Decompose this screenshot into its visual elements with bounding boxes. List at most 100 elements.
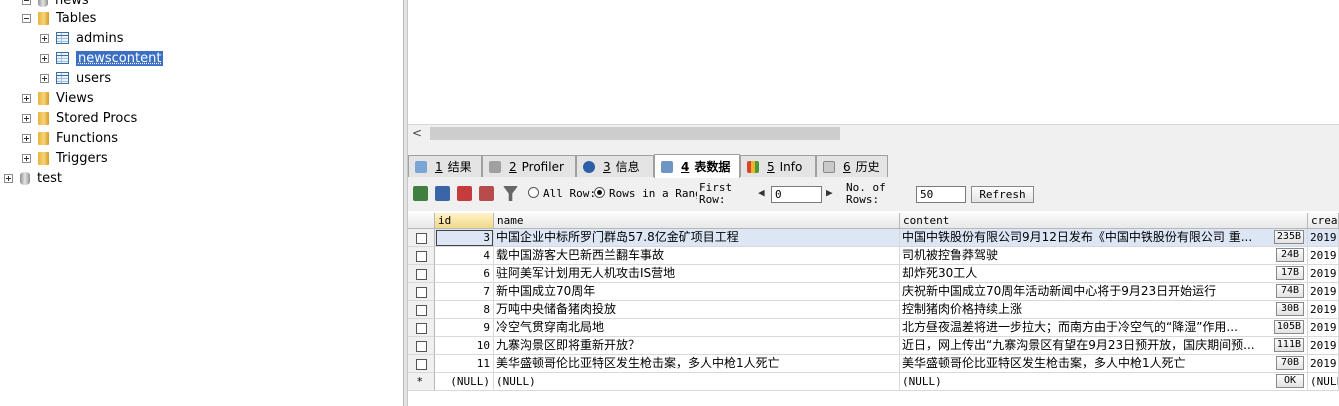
cell-id[interactable]: 7: [435, 283, 494, 301]
cell-content[interactable]: (NULL) OK: [900, 373, 1308, 391]
new-row[interactable]: * (NULL) (NULL) (NULL) OK (NULL: [408, 373, 1339, 391]
cell-created[interactable]: 2019-: [1308, 337, 1339, 355]
blob-size-button[interactable]: 111B: [1273, 338, 1304, 352]
cell-id[interactable]: 9: [435, 319, 494, 337]
previous-page-icon[interactable]: ◀: [758, 186, 765, 199]
cell-created[interactable]: 2019-: [1308, 301, 1339, 319]
blob-size-button[interactable]: 70B: [1276, 356, 1304, 370]
column-header-id[interactable]: id: [435, 213, 494, 229]
expand-icon[interactable]: [22, 93, 31, 103]
row-checkbox[interactable]: [416, 233, 427, 244]
cancel-changes-icon[interactable]: [479, 186, 494, 201]
column-header-created[interactable]: creat: [1308, 213, 1339, 229]
row-selector[interactable]: [408, 301, 435, 319]
blob-size-button[interactable]: 105B: [1273, 320, 1304, 334]
table-row[interactable]: 10 九寨沟景区即将重新开放？ 近日，网上传出“九寨沟景区有望在9月23日预开放…: [408, 337, 1339, 355]
rows-in-range-radio[interactable]: [594, 187, 605, 198]
table-row[interactable]: 4 载中国游客大巴新西兰翻车事故 司机被控鲁莽驾驶 24B 2019-: [408, 247, 1339, 265]
cell-id[interactable]: 6: [435, 265, 494, 283]
cell-content[interactable]: 近日，网上传出“九寨沟景区有望在9月23日预开放，国庆期间预... 111B: [900, 337, 1308, 355]
expand-icon[interactable]: [40, 53, 49, 63]
table-row[interactable]: 11 美华盛顿哥伦比亚特区发生枪击案，多人中枪1人死亡 美华盛顿哥伦比亚特区发生…: [408, 355, 1339, 373]
row-checkbox[interactable]: [416, 305, 427, 316]
row-checkbox[interactable]: [416, 341, 427, 352]
cell-content[interactable]: 美华盛顿哥伦比亚特区发生枪击案，多人中枪1人死亡 70B: [900, 355, 1308, 373]
tree-node-users[interactable]: users: [40, 68, 111, 88]
tree-node-admins[interactable]: admins: [40, 28, 124, 48]
tab-history[interactable]: 6 历史: [816, 155, 888, 177]
cell-content[interactable]: 控制猪肉价格持续上涨 30B: [900, 301, 1308, 319]
cell-name[interactable]: 载中国游客大巴新西兰翻车事故: [494, 247, 900, 265]
cell-id[interactable]: 11: [435, 355, 494, 373]
blob-size-button[interactable]: 74B: [1276, 284, 1304, 298]
cell-name[interactable]: (NULL): [494, 373, 900, 391]
tree-node-functions[interactable]: Functions: [22, 128, 118, 148]
tab-profiler[interactable]: 2 Profiler: [482, 155, 576, 177]
num-rows-input[interactable]: 50: [916, 186, 966, 203]
insert-row-icon[interactable]: [413, 186, 428, 201]
row-selector[interactable]: [408, 283, 435, 301]
collapse-icon[interactable]: [22, 0, 31, 5]
pane-divider[interactable]: [408, 141, 1339, 154]
expand-icon[interactable]: [40, 73, 49, 83]
table-row[interactable]: 3 中国企业中标所罗门群岛57.8亿金矿项目工程 中国中铁股份有限公司9月12日…: [408, 229, 1339, 247]
tree-node-views[interactable]: Views: [22, 88, 94, 108]
blob-size-button[interactable]: 24B: [1276, 248, 1304, 262]
cell-created[interactable]: 2019-: [1308, 229, 1339, 247]
tree-node-stored-procs[interactable]: Stored Procs: [22, 108, 137, 128]
row-checkbox[interactable]: [416, 269, 427, 280]
cell-id[interactable]: 10: [435, 337, 494, 355]
row-selector[interactable]: *: [408, 373, 435, 391]
blob-size-button[interactable]: 30B: [1276, 302, 1304, 316]
filter-icon[interactable]: [503, 186, 518, 201]
tab-info[interactable]: 5 Info: [740, 155, 816, 177]
tree-node-triggers[interactable]: Triggers: [22, 148, 108, 168]
row-checkbox[interactable]: [416, 323, 427, 334]
table-row[interactable]: 7 新中国成立70周年 庆祝新中国成立70周年活动新闻中心将于9月23日开始运行…: [408, 283, 1339, 301]
cell-created[interactable]: 2019-: [1308, 265, 1339, 283]
cell-name[interactable]: 新中国成立70周年: [494, 283, 900, 301]
cell-content[interactable]: 却炸死30工人 17B: [900, 265, 1308, 283]
cell-name[interactable]: 驻阿美军计划用无人机攻击IS营地: [494, 265, 900, 283]
table-row[interactable]: 6 驻阿美军计划用无人机攻击IS营地 却炸死30工人 17B 2019-: [408, 265, 1339, 283]
row-selector[interactable]: [408, 355, 435, 373]
cell-created[interactable]: 2019-: [1308, 283, 1339, 301]
blob-ok-button[interactable]: OK: [1276, 374, 1304, 388]
cell-content[interactable]: 中国中铁股份有限公司9月12日发布《中国中铁股份有限公司 重... 235B: [900, 229, 1308, 247]
cell-id[interactable]: 8: [435, 301, 494, 319]
row-checkbox[interactable]: [416, 359, 427, 370]
table-row[interactable]: 8 万吨中央储备猪肉投放 控制猪肉价格持续上涨 30B 2019-: [408, 301, 1339, 319]
cell-content[interactable]: 司机被控鲁莽驾驶 24B: [900, 247, 1308, 265]
cell-created[interactable]: 2019-: [1308, 319, 1339, 337]
cell-name[interactable]: 冷空气贯穿南北局地: [494, 319, 900, 337]
table-row[interactable]: 9 冷空气贯穿南北局地 北方昼夜温差将进一步拉大；而南方由于冷空气的“降湿”作用…: [408, 319, 1339, 337]
tab-results[interactable]: 1 结果: [408, 155, 482, 177]
expand-icon[interactable]: [4, 173, 13, 183]
editor-horizontal-scrollbar[interactable]: <: [408, 124, 1339, 142]
column-header-content[interactable]: content: [900, 213, 1308, 229]
expand-icon[interactable]: [40, 33, 49, 43]
scroll-left-icon[interactable]: <: [412, 126, 422, 140]
expand-icon[interactable]: [22, 133, 31, 143]
scrollbar-thumb[interactable]: [430, 127, 840, 140]
row-checkbox[interactable]: [416, 287, 427, 298]
cell-name[interactable]: 九寨沟景区即将重新开放？: [494, 337, 900, 355]
cell-content[interactable]: 北方昼夜温差将进一步拉大；而南方由于冷空气的“降湿”作用... 105B: [900, 319, 1308, 337]
row-selector[interactable]: [408, 247, 435, 265]
column-header-name[interactable]: name: [494, 213, 900, 229]
tree-node-tables[interactable]: Tables: [22, 8, 96, 28]
row-selector[interactable]: [408, 265, 435, 283]
row-selector[interactable]: [408, 319, 435, 337]
next-page-icon[interactable]: ▶: [826, 186, 833, 199]
row-selector[interactable]: [408, 337, 435, 355]
blob-size-button[interactable]: 17B: [1276, 266, 1304, 280]
cell-created[interactable]: 2019-: [1308, 355, 1339, 373]
cell-id[interactable]: 4: [435, 247, 494, 265]
cell-content[interactable]: 庆祝新中国成立70周年活动新闻中心将于9月23日开始运行 74B: [900, 283, 1308, 301]
query-editor[interactable]: [408, 0, 1339, 125]
row-selector[interactable]: [408, 229, 435, 247]
save-icon[interactable]: [435, 186, 450, 201]
cell-created[interactable]: 2019-: [1308, 247, 1339, 265]
tab-table-data[interactable]: 4 表数据: [654, 154, 740, 178]
all-rows-radio[interactable]: [528, 187, 539, 198]
